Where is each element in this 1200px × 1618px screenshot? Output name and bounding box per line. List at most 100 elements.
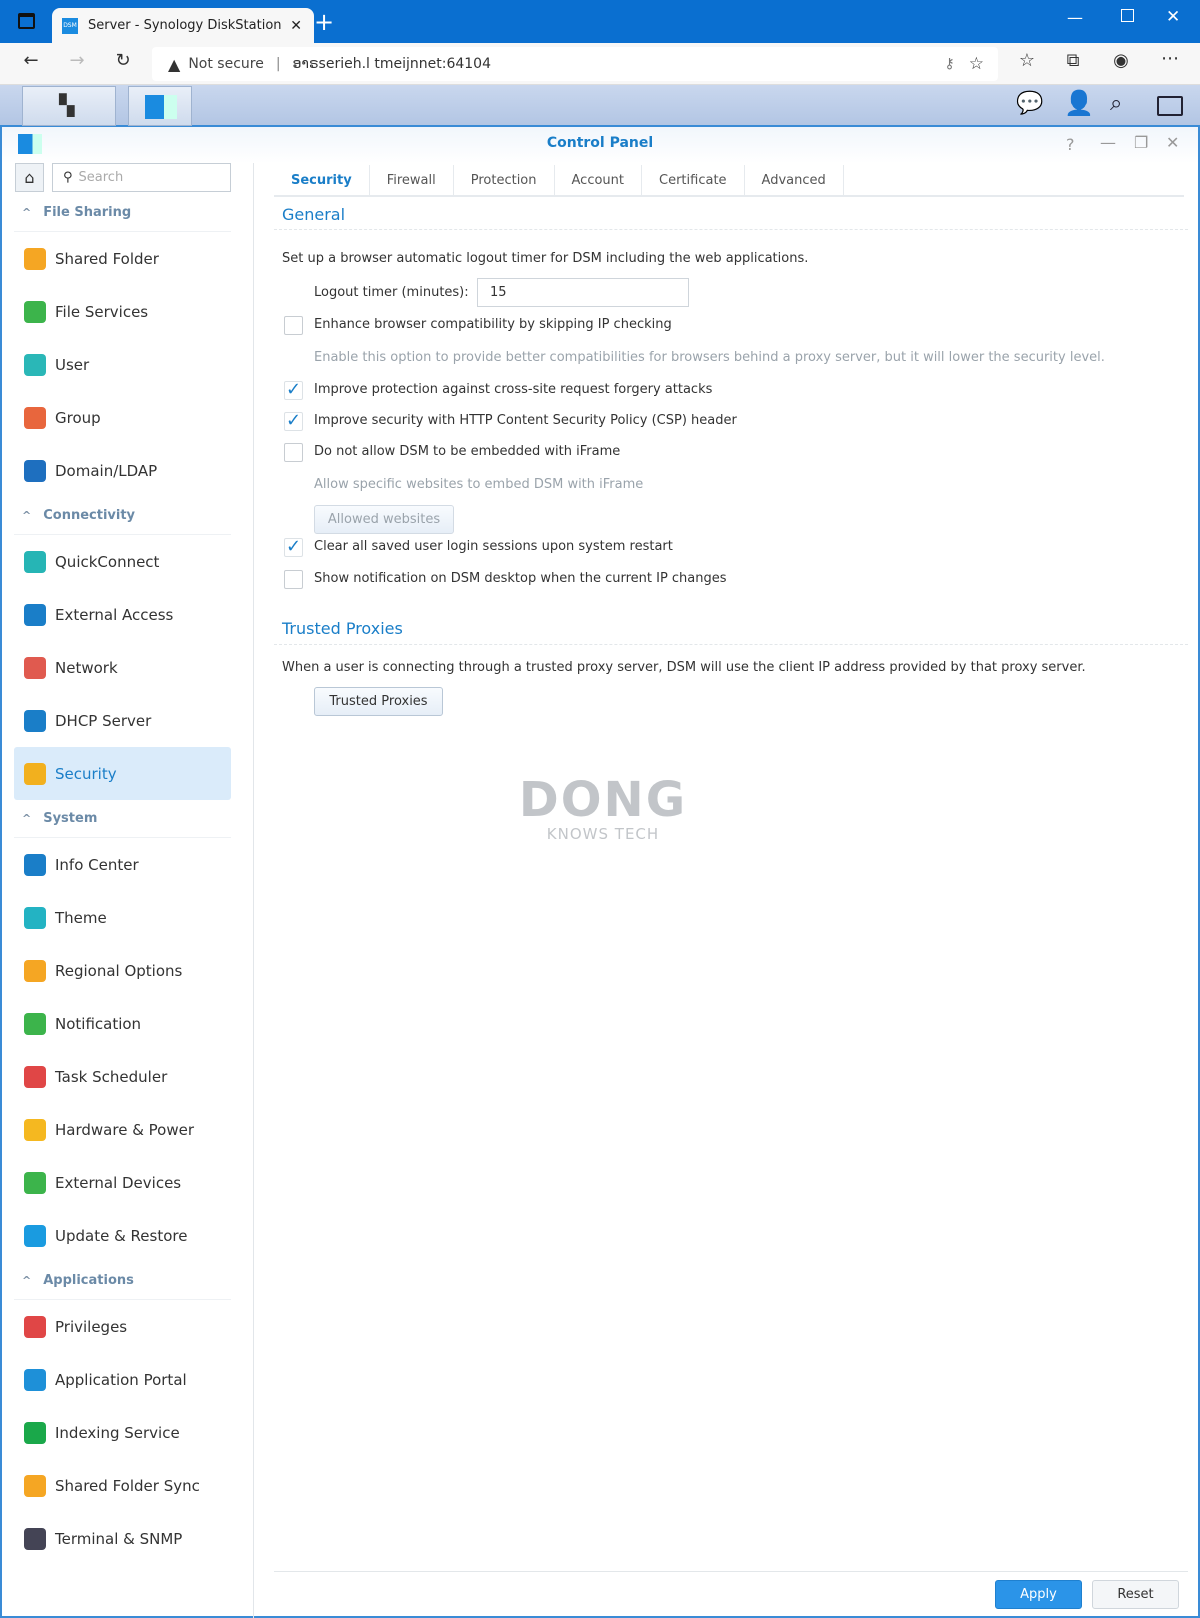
sidebar-item-task-scheduler[interactable]: Task Scheduler	[14, 1050, 231, 1103]
browser-tab-strip: DSM Server - Synology DiskStation ✕ + — …	[0, 0, 1200, 43]
refresh-icon[interactable]: ↻	[108, 50, 138, 71]
option-label[interactable]: Show notification on DSM desktop when th…	[314, 571, 727, 586]
sidebar-item-indexing-service[interactable]: Indexing Service	[14, 1406, 231, 1459]
sidebar: ⌂ ⚲ Search ^ File Sharing Shared Folder File…	[2, 163, 254, 1618]
tab-account[interactable]: Account	[555, 165, 643, 195]
home-button[interactable]: ⌂	[15, 163, 44, 192]
control-panel-taskbar-button[interactable]	[128, 86, 192, 126]
watermark-logo: DONG KNOWS TECH	[518, 772, 688, 843]
restore-window-icon[interactable]: ❐	[1134, 133, 1148, 152]
close-window-icon[interactable]: ✕	[1166, 7, 1180, 27]
sidebar-item-dhcp-server[interactable]: DHCP Server	[14, 694, 231, 747]
notifications-icon[interactable]: 💬	[1016, 91, 1043, 116]
reset-button[interactable]: Reset	[1092, 1580, 1179, 1609]
sidebar-item-quickconnect[interactable]: QuickConnect	[14, 535, 231, 588]
option-label[interactable]: Improve protection against cross-site re…	[314, 382, 712, 397]
sidebar-item-hardware-power[interactable]: Hardware & Power	[14, 1103, 231, 1156]
divider	[274, 229, 1188, 230]
help-icon[interactable]: ?	[1066, 135, 1075, 154]
logout-timer-label: Logout timer (minutes):	[314, 285, 469, 300]
browser-tab[interactable]: DSM Server - Synology DiskStation ✕	[52, 8, 314, 43]
tab-firewall[interactable]: Firewall	[370, 165, 454, 195]
tab-actions-icon[interactable]	[18, 13, 35, 29]
shared-folder-icon	[24, 247, 46, 270]
section-header-system[interactable]: ^ System	[14, 800, 231, 838]
minimize-window-icon[interactable]: —	[1100, 133, 1116, 152]
favorites-icon[interactable]: ☆	[1012, 50, 1042, 71]
collections-icon[interactable]: ⧉	[1058, 50, 1088, 71]
apply-button[interactable]: Apply	[995, 1580, 1082, 1609]
option-checkbox[interactable]	[284, 570, 303, 589]
sidebar-item-notification[interactable]: Notification	[14, 997, 231, 1050]
application-portal-icon	[24, 1368, 46, 1391]
option-label[interactable]: Do not allow DSM to be embedded with iFr…	[314, 444, 620, 459]
extension-icon[interactable]: ◉	[1106, 50, 1136, 71]
url-bar[interactable]: ▲ Not secure | ອາຣserieh.l tmeijnnet:641…	[152, 47, 998, 81]
sidebar-item-regional-options[interactable]: Regional Options	[14, 944, 231, 997]
sidebar-item-group[interactable]: Group	[14, 391, 231, 444]
sidebar-item-label: Application Portal	[55, 1370, 187, 1389]
task-scheduler-icon	[24, 1065, 46, 1088]
main-menu-button[interactable]: ▚	[22, 86, 116, 126]
key-icon[interactable]: ⚷	[944, 56, 954, 72]
sidebar-item-application-portal[interactable]: Application Portal	[14, 1353, 231, 1406]
trusted-proxies-button[interactable]: Trusted Proxies	[314, 687, 443, 716]
section-header-connectivity[interactable]: ^ Connectivity	[14, 497, 231, 535]
tab-security[interactable]: Security	[274, 165, 370, 195]
logout-timer-input[interactable]: 15	[477, 278, 689, 307]
section-header-applications[interactable]: ^ Applications	[14, 1262, 231, 1300]
tab-certificate[interactable]: Certificate	[642, 165, 745, 195]
new-tab-icon[interactable]: +	[314, 8, 334, 36]
shared-folder-sync-icon	[24, 1474, 46, 1497]
sidebar-item-shared-folder-sync[interactable]: Shared Folder Sync	[14, 1459, 231, 1512]
sidebar-item-update-restore[interactable]: Update & Restore	[14, 1209, 231, 1262]
forward-icon[interactable]: →	[62, 50, 92, 71]
window-header: Control Panel ? — ❐ ✕	[2, 127, 1198, 163]
back-icon[interactable]: ←	[16, 50, 46, 71]
sidebar-item-network[interactable]: Network	[14, 641, 231, 694]
sidebar-item-label: DHCP Server	[55, 711, 152, 730]
option-label[interactable]: Clear all saved user login sessions upon…	[314, 539, 673, 554]
sidebar-item-shared-folder[interactable]: Shared Folder	[14, 232, 231, 285]
option-checkbox[interactable]: ✓	[284, 412, 303, 431]
more-icon[interactable]: ⋯	[1155, 48, 1185, 69]
sidebar-item-terminal-snmp[interactable]: Terminal & SNMP	[14, 1512, 231, 1565]
chevron-up-icon: ^	[22, 509, 32, 522]
option-checkbox[interactable]: ✓	[284, 538, 303, 557]
sidebar-item-privileges[interactable]: Privileges	[14, 1300, 231, 1353]
sidebar-item-external-access[interactable]: External Access	[14, 588, 231, 641]
option-label[interactable]: Enhance browser compatibility by skippin…	[314, 317, 672, 332]
search-input[interactable]: ⚲ Search	[52, 163, 231, 192]
sidebar-item-label: Shared Folder Sync	[55, 1476, 200, 1495]
option-label[interactable]: Improve security with HTTP Content Secur…	[314, 413, 737, 428]
sidebar-item-theme[interactable]: Theme	[14, 891, 231, 944]
sidebar-item-label: File Services	[55, 302, 149, 321]
option-checkbox[interactable]	[284, 443, 303, 462]
minimize-icon[interactable]: —	[1067, 8, 1083, 27]
maximize-icon[interactable]	[1121, 9, 1134, 22]
url-text[interactable]: ອາຣserieh.l tmeijnnet:64104	[293, 56, 491, 72]
search-icon[interactable]: ⌕	[1110, 91, 1122, 116]
sidebar-item-label: Notification	[55, 1014, 142, 1033]
user-icon[interactable]: 👤	[1064, 89, 1094, 117]
search-icon: ⚲	[63, 170, 73, 185]
allowed-websites-button[interactable]: Allowed websites	[314, 505, 454, 534]
sidebar-item-user[interactable]: User	[14, 338, 231, 391]
section-title: Applications	[43, 1273, 134, 1288]
add-favorite-icon[interactable]: ☆	[969, 54, 984, 74]
tab-protection[interactable]: Protection	[454, 165, 555, 195]
option-checkbox[interactable]	[284, 316, 303, 335]
sidebar-item-security[interactable]: Security	[14, 747, 231, 800]
indexing-service-icon	[24, 1421, 46, 1444]
close-tab-icon[interactable]: ✕	[290, 18, 302, 34]
sidebar-item-external-devices[interactable]: External Devices	[14, 1156, 231, 1209]
sidebar-item-label: Shared Folder	[55, 249, 159, 268]
tab-advanced[interactable]: Advanced	[745, 165, 844, 195]
close-panel-icon[interactable]: ✕	[1166, 133, 1179, 152]
sidebar-item-domain-ldap[interactable]: Domain/LDAP	[14, 444, 231, 497]
option-checkbox[interactable]: ✓	[284, 381, 303, 400]
widgets-icon[interactable]	[1157, 96, 1183, 116]
sidebar-item-file-services[interactable]: File Services	[14, 285, 231, 338]
sidebar-item-info-center[interactable]: Info Center	[14, 838, 231, 891]
section-header-file-sharing[interactable]: ^ File Sharing	[14, 194, 231, 232]
